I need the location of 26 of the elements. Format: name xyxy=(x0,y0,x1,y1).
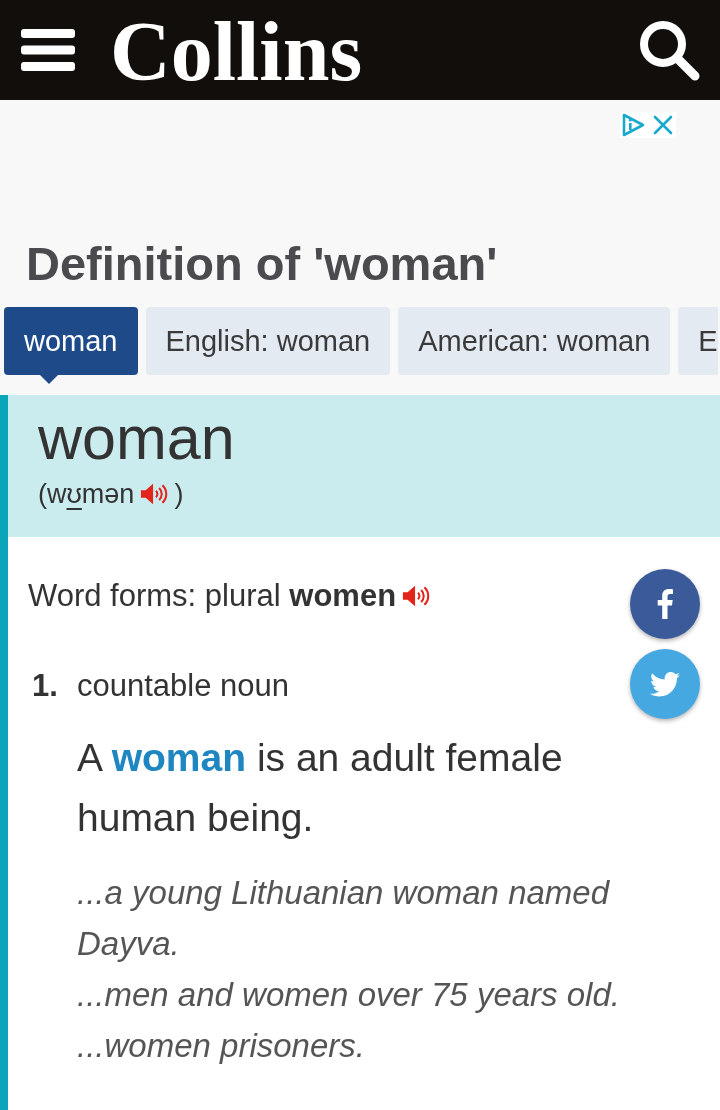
f-logo-icon xyxy=(657,589,673,619)
headword: woman xyxy=(38,405,235,471)
example-sentence: ...a young Lithuanian woman named Dayva. xyxy=(77,873,611,964)
example-sentence: ...men and women over 75 years old. xyxy=(77,975,621,1015)
dictionary-tab[interactable]: American: woman xyxy=(398,307,671,375)
dictionary-tab[interactable]: English: woman xyxy=(145,307,391,375)
menu-button[interactable] xyxy=(20,27,76,73)
menu-icon xyxy=(20,27,76,73)
example-sentence: ...women prisoners. xyxy=(77,1026,366,1066)
site-logo[interactable]: Collins xyxy=(110,10,363,94)
definition-text: A woman is an adult female human being. xyxy=(77,735,564,841)
search-icon xyxy=(638,19,700,81)
word-forms: Word forms: plural women xyxy=(28,577,397,615)
bird-icon xyxy=(650,671,680,697)
grammar-label: countable noun xyxy=(77,667,290,705)
pronunciation-bracket: ) xyxy=(174,478,184,511)
search-button[interactable] xyxy=(638,19,700,81)
speaker-icon[interactable] xyxy=(140,482,169,506)
dictionary-tab[interactable]: woman xyxy=(4,307,138,375)
dictionary-tab[interactable]: E xyxy=(678,307,718,375)
sense-number: 1. xyxy=(32,667,59,705)
speaker-icon[interactable] xyxy=(402,584,431,608)
word-link[interactable]: woman xyxy=(111,736,247,779)
pronunciation: (wʊmən xyxy=(38,478,135,511)
ad-info-icon[interactable] xyxy=(620,112,646,138)
page-title: Definition of 'woman' xyxy=(26,236,498,292)
